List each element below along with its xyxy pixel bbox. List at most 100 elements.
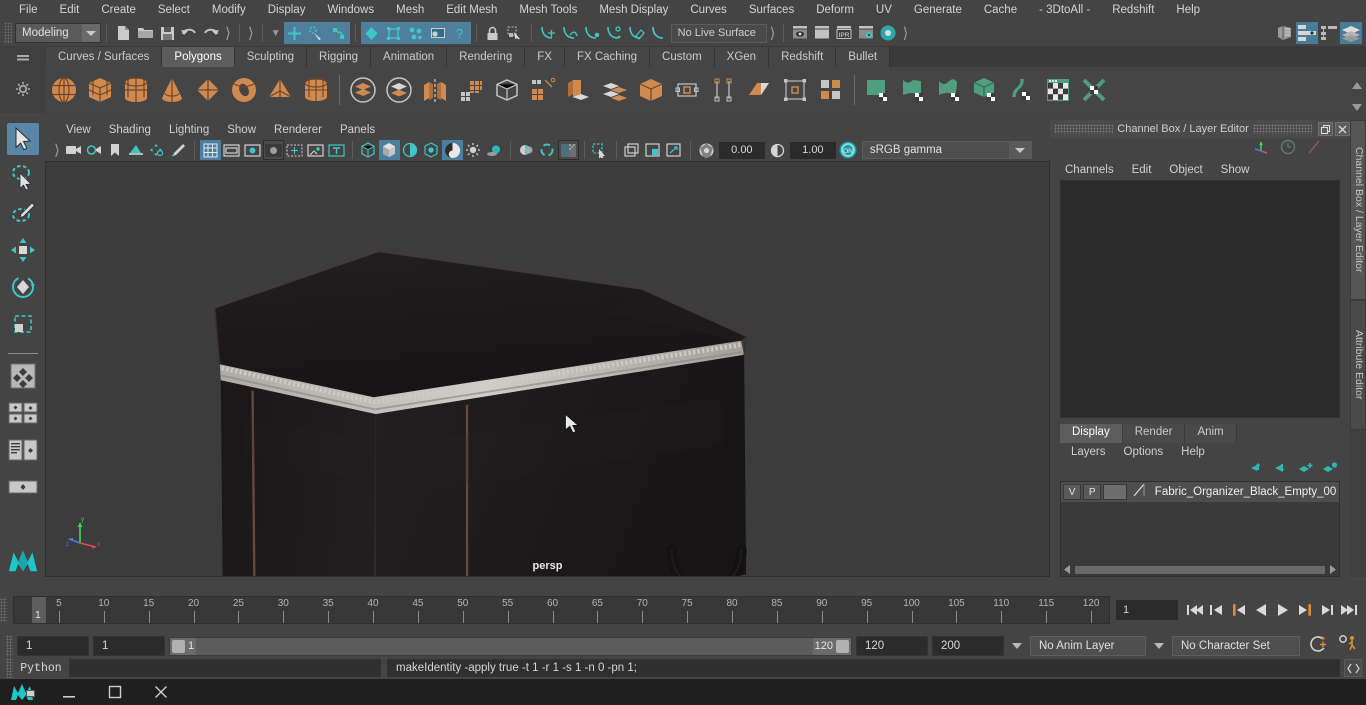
new-layer-icon[interactable] — [1298, 461, 1314, 479]
snap-to-view-plane-icon[interactable] — [625, 22, 647, 44]
xray-active-components-icon[interactable] — [664, 140, 685, 160]
menu-mesh-display[interactable]: Mesh Display — [588, 1, 679, 19]
last-tool-used[interactable] — [7, 360, 39, 392]
script-editor-icon[interactable] — [1344, 659, 1362, 677]
step-forward-frame-icon[interactable] — [1294, 599, 1316, 621]
poly-quad-draw-icon[interactable] — [741, 70, 777, 110]
poly-mirror-icon[interactable] — [417, 70, 453, 110]
two-pane-layout[interactable] — [7, 434, 39, 466]
layer-color-swatch[interactable] — [1103, 484, 1127, 500]
current-frame-field[interactable]: 1 — [1116, 600, 1178, 620]
single-pane-layout[interactable] — [7, 397, 39, 429]
open-scene-icon[interactable] — [134, 22, 156, 44]
mask-help-icon[interactable]: ? — [448, 22, 471, 44]
range-grip-right[interactable] — [836, 639, 849, 653]
menu-mesh-tools[interactable]: Mesh Tools — [508, 1, 588, 19]
color-space-chevron-down-icon[interactable] — [1009, 141, 1032, 159]
menu-file[interactable]: File — [8, 1, 49, 19]
slash-icon[interactable] — [1306, 139, 1322, 160]
ao-icon[interactable] — [516, 140, 537, 160]
uv-spherical-icon[interactable] — [932, 70, 968, 110]
menu-redshift[interactable]: Redshift — [1101, 1, 1165, 19]
menu-edit-mesh[interactable]: Edit Mesh — [435, 1, 508, 19]
isolate-select-icon[interactable] — [590, 140, 611, 160]
resolution-gate-icon[interactable] — [242, 140, 263, 160]
render-current-frame-icon[interactable] — [789, 22, 811, 44]
scroll-down-arrow-icon[interactable] — [1352, 98, 1362, 116]
viewport-toolbar-handle[interactable]: ⟩ — [51, 141, 63, 159]
viewport-menu-renderer[interactable]: Renderer — [265, 123, 331, 137]
layer-visibility-toggle[interactable]: V — [1063, 484, 1082, 500]
poly-extrude-icon[interactable] — [525, 70, 561, 110]
command-input-field[interactable] — [69, 659, 381, 677]
motion-blur-icon[interactable] — [537, 140, 558, 160]
move-layer-down-icon[interactable] — [1274, 461, 1290, 479]
chevron-down-icon[interactable] — [82, 24, 100, 42]
animation-preferences-icon[interactable] — [1338, 634, 1360, 658]
two-d-pan-zoom-icon[interactable] — [147, 140, 168, 160]
poly-pyramid-icon[interactable] — [262, 70, 298, 110]
layer-playback-toggle[interactable]: P — [1083, 484, 1102, 500]
character-set-chevron-down-icon[interactable] — [1154, 643, 1164, 649]
channel-menu-edit[interactable]: Edit — [1123, 163, 1161, 177]
scroll-right-arrow-icon[interactable] — [1328, 561, 1337, 579]
step-back-keyframe-icon[interactable] — [1206, 599, 1228, 621]
poly-bridge-icon[interactable] — [597, 70, 633, 110]
exposure-icon[interactable] — [696, 140, 717, 160]
collapse-handle-2[interactable]: ⟩ — [245, 24, 257, 42]
channel-box-icon[interactable] — [1318, 22, 1340, 44]
collapse-handle-4[interactable]: ⟩ — [899, 24, 911, 42]
textured-icon[interactable] — [441, 140, 463, 160]
snap-to-curve-icon[interactable] — [559, 22, 581, 44]
range-bar-end-handle[interactable]: 120 — [812, 637, 851, 655]
viewport-3d[interactable]: y x z persp — [45, 161, 1050, 577]
ipr-render-icon[interactable]: IPR — [833, 22, 855, 44]
wireframe-icon[interactable] — [358, 140, 379, 160]
collapse-handle-3[interactable]: ⟩ — [767, 24, 779, 42]
shelf-tab-rigging[interactable]: Rigging — [307, 47, 372, 67]
bookmark-icon[interactable] — [105, 140, 126, 160]
camera-attributes-icon[interactable] — [84, 140, 105, 160]
grid-toggle-icon[interactable] — [199, 140, 221, 160]
restore-icon[interactable] — [1318, 122, 1333, 136]
channel-box-content[interactable] — [1060, 180, 1340, 418]
shaded-wireframe-icon[interactable] — [400, 140, 421, 160]
go-to-end-icon[interactable] — [1338, 599, 1360, 621]
shelf-tab-menu-button[interactable] — [0, 46, 46, 67]
shelf-tab-fx[interactable]: FX — [525, 47, 565, 67]
poly-smooth-icon[interactable] — [453, 70, 489, 110]
character-set-dropdown[interactable]: No Character Set — [1172, 636, 1300, 656]
menu-uv[interactable]: UV — [865, 1, 903, 19]
safe-action-icon[interactable] — [305, 140, 326, 160]
undo-icon[interactable] — [178, 22, 200, 44]
grease-pencil-icon[interactable] — [168, 140, 189, 160]
snap-to-point-icon[interactable] — [581, 22, 603, 44]
layer-menu-options[interactable]: Options — [1115, 446, 1173, 458]
close-icon[interactable] — [138, 679, 184, 705]
poly-cube-icon[interactable] — [82, 70, 118, 110]
play-forwards-icon[interactable] — [1272, 599, 1294, 621]
menu-create[interactable]: Create — [90, 1, 147, 19]
shelf-tab-xgen[interactable]: XGen — [714, 47, 770, 67]
film-origin-icon[interactable] — [284, 140, 305, 160]
channel-menu-channels[interactable]: Channels — [1056, 163, 1123, 177]
poly-bevel-icon[interactable] — [561, 70, 597, 110]
poly-target-weld-icon[interactable] — [669, 70, 705, 110]
range-bar[interactable]: 1 120 — [169, 636, 852, 656]
mask-object-icon[interactable] — [382, 22, 405, 44]
film-gate-icon[interactable] — [221, 140, 242, 160]
shelf-tab-redshift[interactable]: Redshift — [769, 47, 837, 67]
range-bar-start-handle[interactable]: 1 — [170, 637, 197, 655]
mask-handle-icon[interactable] — [360, 22, 383, 44]
shelf-tab-animation[interactable]: Animation — [371, 47, 448, 67]
channel-menu-object[interactable]: Object — [1160, 163, 1211, 177]
render-sequence-icon[interactable] — [811, 22, 833, 44]
make-live-icon[interactable] — [647, 22, 669, 44]
shelf-options-gear-icon[interactable] — [0, 67, 46, 111]
viewport-menu-view[interactable]: View — [57, 123, 100, 137]
poly-cylinder-icon[interactable] — [118, 70, 154, 110]
mask-component-icon[interactable] — [404, 22, 427, 44]
shelf-tab-sculpting[interactable]: Sculpting — [234, 47, 308, 67]
command-language-label[interactable]: Python — [13, 662, 69, 675]
lasso-select-tool[interactable] — [7, 160, 39, 192]
